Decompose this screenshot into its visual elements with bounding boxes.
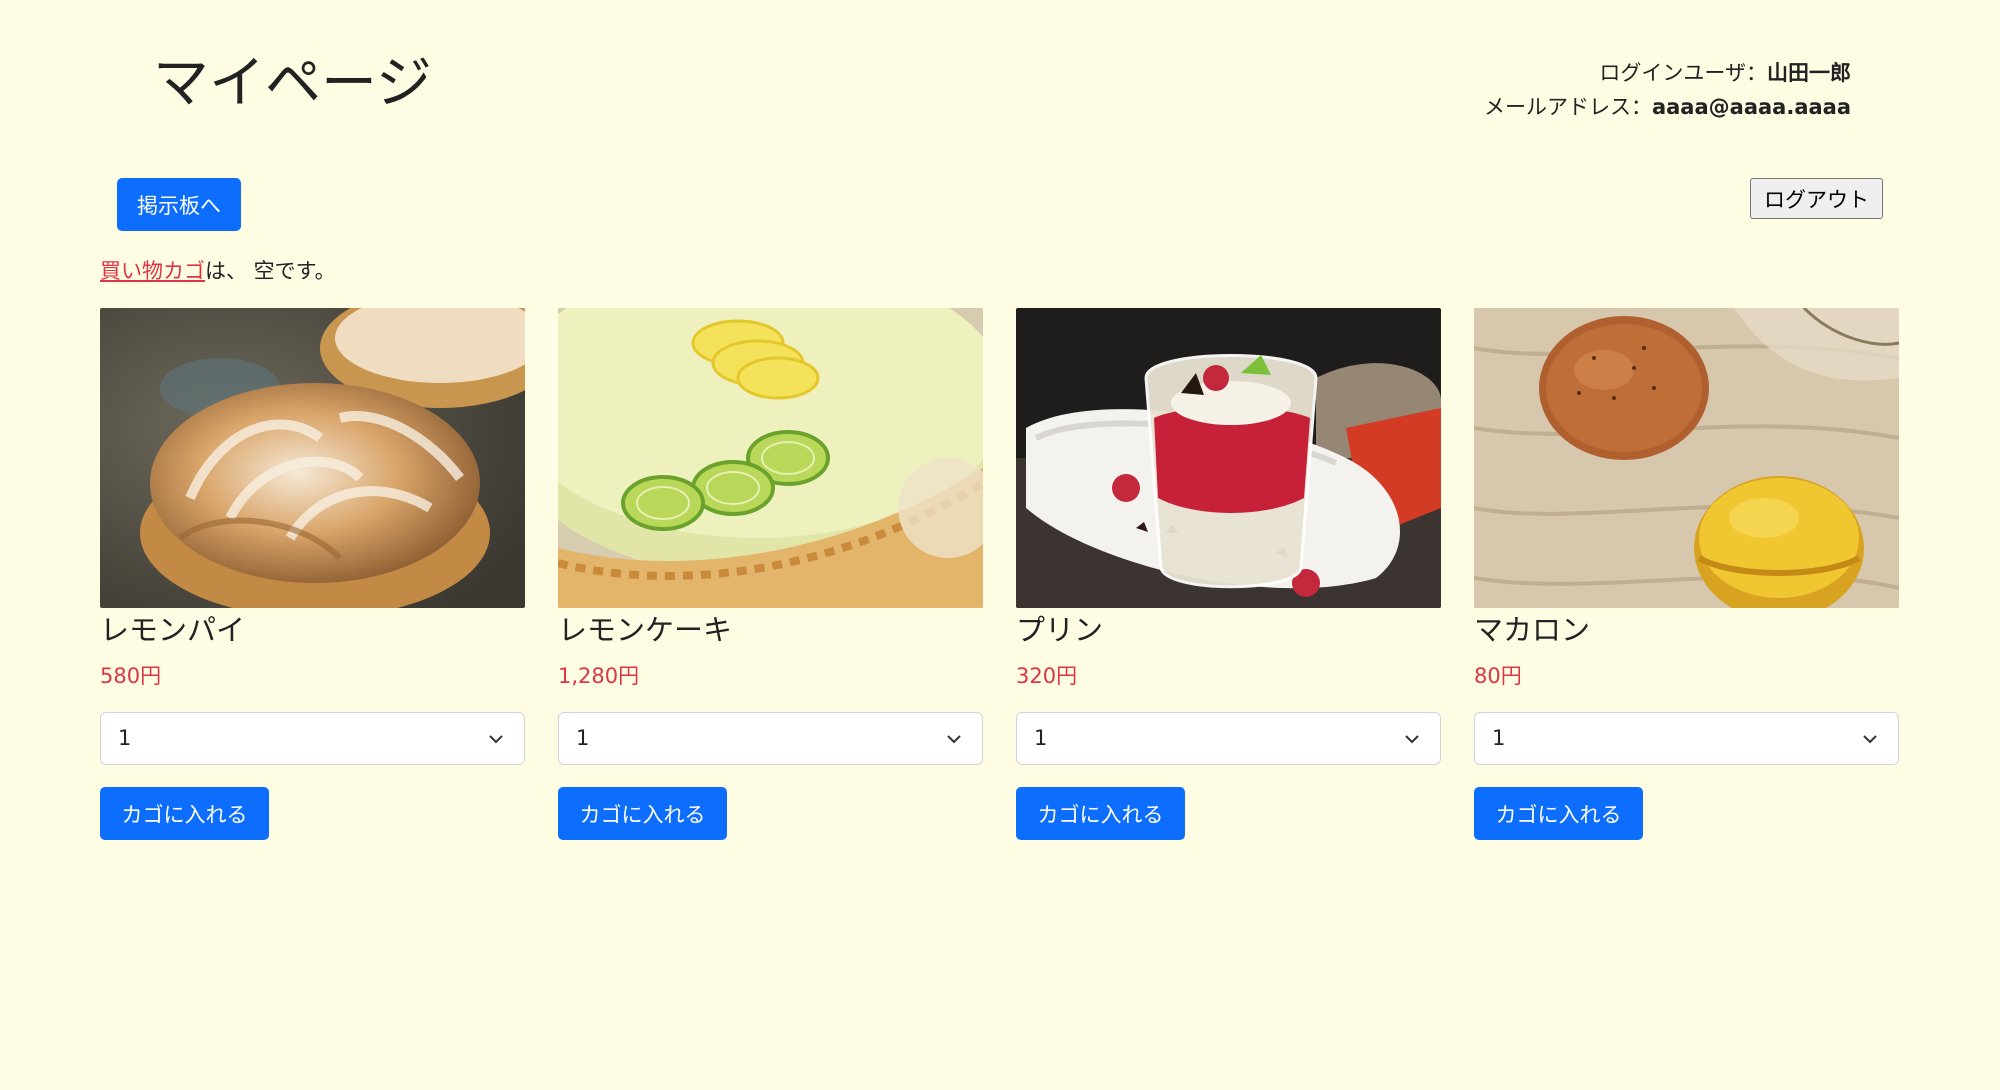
pudding-image	[1016, 308, 1441, 608]
product-card: マカロン 80円 1 カゴに入れる	[1474, 308, 1899, 840]
login-user-line: ログインユーザ：山田一郎	[1484, 56, 1851, 90]
quantity-select[interactable]: 1	[558, 712, 983, 765]
login-user-name: 山田一郎	[1767, 61, 1851, 85]
cart-status: 買い物カゴは、 空です。	[100, 255, 336, 285]
page-title: マイページ	[153, 51, 432, 116]
quantity-value: 1	[1492, 726, 1506, 750]
chevron-down-icon	[946, 713, 962, 764]
product-name: レモンパイ	[100, 613, 246, 647]
chevron-down-icon	[488, 713, 504, 764]
add-to-cart-button[interactable]: カゴに入れる	[1474, 787, 1643, 840]
lemon-pie-image	[100, 308, 525, 608]
product-price: 1,280円	[558, 664, 640, 688]
logout-button[interactable]: ログアウト	[1750, 178, 1883, 219]
product-list: レモンパイ 580円 1 カゴに入れる レモンケーキ 1,280円 1 カゴに入…	[100, 308, 1899, 840]
product-card: プリン 320円 1 カゴに入れる	[1016, 308, 1441, 840]
email-line: メールアドレス：aaaa@aaaa.aaaa	[1484, 90, 1851, 124]
user-info: ログインユーザ：山田一郎 メールアドレス：aaaa@aaaa.aaaa	[1484, 56, 1851, 124]
add-to-cart-button[interactable]: カゴに入れる	[100, 787, 269, 840]
product-price: 320円	[1016, 664, 1078, 688]
product-name: レモンケーキ	[558, 613, 733, 647]
login-user-label: ログインユーザ：	[1599, 61, 1767, 85]
add-to-cart-button[interactable]: カゴに入れる	[1016, 787, 1185, 840]
product-name: マカロン	[1474, 613, 1591, 647]
cart-status-text: は、 空です。	[205, 259, 336, 283]
quantity-select[interactable]: 1	[100, 712, 525, 765]
quantity-select[interactable]: 1	[1016, 712, 1441, 765]
product-card: レモンケーキ 1,280円 1 カゴに入れる	[558, 308, 983, 840]
cart-link[interactable]: 買い物カゴ	[100, 259, 205, 283]
product-price: 80円	[1474, 664, 1522, 688]
product-price: 580円	[100, 664, 162, 688]
product-name: プリン	[1016, 613, 1104, 647]
email-label: メールアドレス：	[1483, 95, 1652, 119]
lemon-cake-image	[558, 308, 983, 608]
chevron-down-icon	[1862, 713, 1878, 764]
add-to-cart-button[interactable]: カゴに入れる	[558, 787, 727, 840]
chevron-down-icon	[1404, 713, 1420, 764]
quantity-value: 1	[118, 726, 132, 750]
quantity-value: 1	[576, 726, 590, 750]
quantity-select[interactable]: 1	[1474, 712, 1899, 765]
email-value: aaaa@aaaa.aaaa	[1651, 95, 1851, 119]
macaron-image	[1474, 308, 1899, 608]
product-card: レモンパイ 580円 1 カゴに入れる	[100, 308, 525, 840]
board-button[interactable]: 掲示板へ	[117, 178, 241, 231]
quantity-value: 1	[1034, 726, 1048, 750]
